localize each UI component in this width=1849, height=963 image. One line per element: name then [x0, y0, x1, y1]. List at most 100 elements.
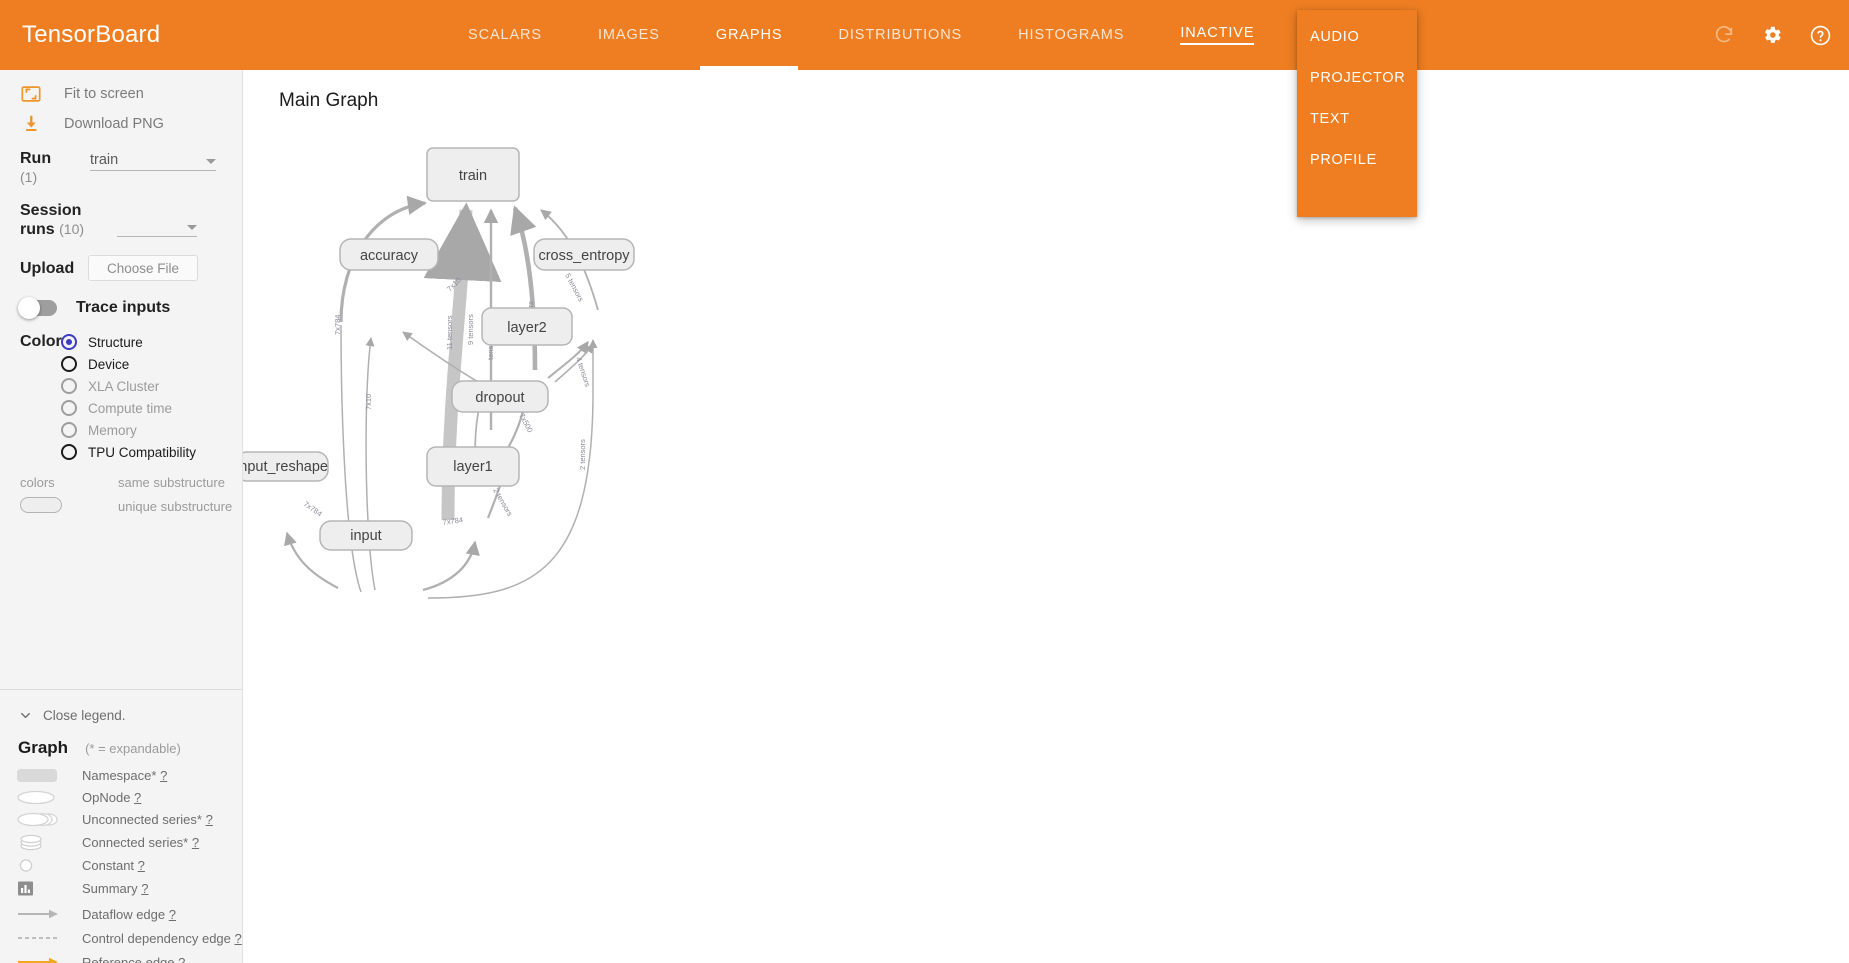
edge-label-9-tensors-2: 9 tensors — [466, 314, 475, 345]
legend-item-opnode-label: OpNode ? — [82, 789, 142, 805]
menu-item-text-label: TEXT — [1310, 110, 1350, 127]
close-legend-button[interactable]: Close legend. — [0, 704, 242, 726]
help-link[interactable]: ? — [178, 955, 185, 963]
unconnected-series-icon — [16, 812, 68, 827]
legend-hint: (* = expandable) — [85, 741, 181, 756]
chevron-down-icon — [206, 159, 216, 164]
tab-images[interactable]: IMAGES — [570, 0, 688, 70]
edge-label-7x784-2: 7x784 — [442, 515, 463, 527]
run-select[interactable]: train — [90, 149, 216, 171]
unique-substructure-swatch-wrap — [20, 496, 75, 516]
fit-to-screen-label: Fit to screen — [64, 86, 144, 102]
graph-legend: Close legend. Graph (* = expandable) Nam… — [0, 690, 242, 963]
legend-item-constant: Constant ? — [0, 856, 242, 874]
constant-icon — [16, 858, 68, 873]
radio-compute-time-icon — [61, 400, 77, 416]
legend-item-reference-edge-label: Reference edge ? — [82, 955, 185, 963]
legend-item-opnode: OpNode ? — [0, 788, 242, 806]
header-icon-group — [1711, 0, 1833, 70]
namespace-icon — [16, 768, 68, 783]
color-option-structure-label: Structure — [88, 334, 143, 350]
graph-node-input[interactable]: input — [319, 520, 413, 551]
graph-canvas-area[interactable]: Main Graph 5 tensors 4 tensors 9 tensors… — [243, 70, 1849, 963]
graph-node-layer2[interactable]: layer2 — [481, 307, 573, 346]
fit-to-screen-icon — [20, 83, 50, 105]
choose-file-button[interactable]: Choose File — [88, 255, 198, 281]
refresh-icon[interactable] — [1711, 22, 1737, 48]
edge-label-4-tensors: 4 tensors — [574, 356, 592, 388]
graph-node-dropout[interactable]: dropout — [451, 380, 549, 413]
radio-tpu-compatibility-icon — [61, 444, 77, 460]
radio-device-icon — [61, 356, 77, 372]
help-link[interactable]: ? — [138, 858, 145, 873]
color-option-compute-time[interactable]: Compute time — [0, 397, 242, 419]
menu-item-projector[interactable]: PROJECTOR — [1297, 57, 1417, 98]
graph-nodes[interactable]: train accuracy cross_entropy layer2 drop… — [243, 147, 635, 551]
session-runs-select[interactable] — [117, 215, 197, 237]
legend-item-control-dependency-edge-label: Control dependency edge ? — [82, 930, 242, 946]
fit-to-screen-action[interactable]: Fit to screen — [0, 79, 242, 109]
upload-label: Upload — [20, 259, 75, 277]
color-option-compute-time-label: Compute time — [88, 400, 173, 416]
legend-item-constant-label: Constant ? — [82, 857, 145, 873]
help-link[interactable]: ? — [235, 931, 242, 946]
run-count: (1) — [20, 169, 38, 185]
inactive-dropdown-menu: AUDIO PROJECTOR TEXT PROFILE — [1297, 10, 1417, 217]
trace-inputs-field: Trace inputs — [0, 296, 242, 319]
graph-node-input-reshape[interactable]: input_reshape — [243, 451, 329, 482]
color-option-xla-cluster[interactable]: XLA Cluster — [0, 375, 242, 397]
legend-item-unconnected-series-label: Unconnected series* ? — [82, 811, 213, 827]
session-runs-count: (10) — [59, 221, 85, 237]
legend-item-dataflow-edge: Dataflow edge ? — [0, 905, 242, 923]
unique-substructure-swatch — [20, 496, 62, 513]
legend-item-summary-label: Summary ? — [82, 880, 149, 896]
graph-node-accuracy[interactable]: accuracy — [339, 238, 439, 271]
color-section: Color Structure Device XLA Cluster Compu… — [0, 331, 242, 463]
tab-scalars-label: SCALARS — [468, 27, 542, 43]
tab-distributions[interactable]: DISTRIBUTIONS — [810, 0, 990, 70]
color-option-xla-cluster-label: XLA Cluster — [88, 378, 160, 394]
colors-same-substructure-row: colors same substructure — [0, 471, 242, 493]
chevron-down-icon — [187, 225, 197, 230]
graph-node-train[interactable]: train — [426, 147, 520, 202]
color-option-device[interactable]: Device — [0, 353, 242, 375]
tab-graphs-label: GRAPHS — [715, 27, 783, 43]
color-option-tpu-compatibility[interactable]: TPU Compatibility — [0, 441, 242, 463]
download-png-label: Download PNG — [64, 116, 164, 132]
run-label-block: Run (1) — [20, 149, 80, 187]
tab-distributions-label: DISTRIBUTIONS — [838, 27, 963, 43]
tab-images-label: IMAGES — [598, 27, 660, 43]
help-link[interactable]: ? — [141, 881, 148, 896]
legend-item-namespace: Namespace* ? — [0, 766, 242, 784]
legend-item-control-dependency-edge: Control dependency edge ? — [0, 929, 242, 947]
download-png-action[interactable]: Download PNG — [0, 109, 242, 139]
menu-item-audio[interactable]: AUDIO — [1297, 16, 1417, 57]
tab-scalars[interactable]: SCALARS — [440, 0, 570, 70]
tensorflow-graph[interactable]: 5 tensors 9 tensors 4 tensors 9 tensors … — [243, 70, 1849, 963]
toggle-knob — [18, 296, 40, 319]
trace-inputs-toggle[interactable] — [18, 296, 57, 319]
main-nav: SCALARS IMAGES GRAPHS DISTRIBUTIONS HIST… — [440, 0, 1282, 70]
tab-graphs[interactable]: GRAPHS — [688, 0, 811, 70]
legend-item-reference-edge: Reference edge ? — [0, 953, 242, 963]
graph-node-layer1[interactable]: layer1 — [426, 446, 520, 487]
graph-node-cross-entropy[interactable]: cross_entropy — [533, 238, 635, 271]
help-link[interactable]: ? — [192, 835, 199, 850]
gear-icon[interactable] — [1759, 22, 1785, 48]
help-link[interactable]: ? — [169, 907, 176, 922]
download-icon — [20, 113, 50, 135]
menu-item-text[interactable]: TEXT — [1297, 98, 1417, 139]
tab-histograms[interactable]: HISTOGRAMS — [990, 0, 1152, 70]
help-link[interactable]: ? — [160, 768, 167, 783]
help-icon[interactable] — [1807, 22, 1833, 48]
legend-item-connected-series-label: Connected series* ? — [82, 834, 200, 850]
help-link[interactable]: ? — [134, 790, 141, 805]
help-link[interactable]: ? — [206, 812, 213, 827]
graph-node-layer1-label: layer1 — [453, 459, 493, 475]
close-legend-label: Close legend. — [43, 707, 126, 723]
graph-node-train-label: train — [459, 168, 487, 184]
color-option-memory[interactable]: Memory — [0, 419, 242, 441]
tab-inactive[interactable]: INACTIVE — [1152, 0, 1282, 70]
menu-item-profile[interactable]: PROFILE — [1297, 139, 1417, 180]
legend-item-namespace-label: Namespace* ? — [82, 767, 168, 783]
